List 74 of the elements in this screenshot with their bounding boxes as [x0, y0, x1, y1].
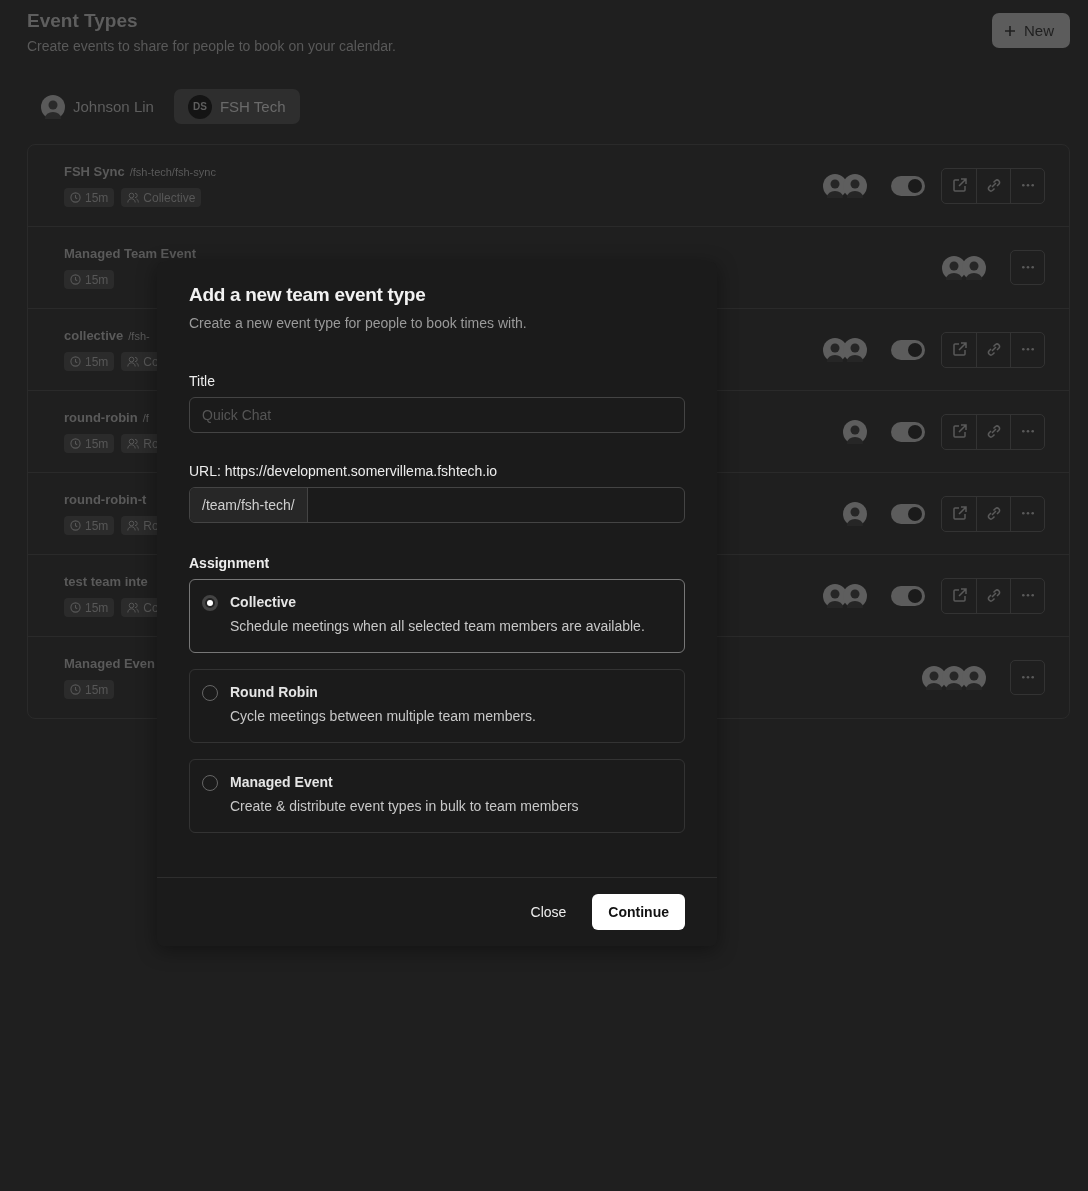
host-avatar-icon — [823, 337, 847, 362]
avatar-icon — [41, 94, 65, 119]
enable-toggle[interactable] — [891, 503, 925, 524]
clock-icon — [70, 356, 81, 367]
option-description: Schedule meetings when all selected team members are available. — [230, 617, 645, 636]
more-icon — [1021, 348, 1034, 351]
host-avatar-icon — [823, 173, 847, 198]
more-icon — [1021, 430, 1034, 433]
more-button[interactable] — [1010, 250, 1045, 285]
people-icon — [127, 520, 140, 531]
more-button[interactable] — [1010, 660, 1045, 695]
option-title: Managed Event — [230, 774, 334, 790]
assignment-option[interactable]: Managed Event Create & distribute event types in bulk to team members — [189, 759, 685, 833]
host-avatar-icon — [962, 255, 986, 280]
host-avatar-icon — [843, 419, 867, 444]
field-label: Title — [189, 373, 216, 389]
clock-icon — [70, 684, 81, 695]
more-icon — [1021, 676, 1034, 679]
event-title: Managed Even — [64, 656, 156, 671]
event-title: round-robin — [64, 410, 138, 425]
host-avatar-icon — [843, 501, 867, 526]
assignment-option[interactable]: Round Robin Cycle meetings between multiple team members. — [189, 669, 685, 743]
host-avatar-icon — [942, 255, 966, 280]
people-icon — [127, 438, 140, 449]
profile-name: Johnson Lin — [73, 98, 154, 115]
enable-toggle[interactable] — [891, 421, 925, 442]
host-avatar-icon — [922, 665, 946, 690]
event-title: Managed Team Event — [64, 246, 196, 261]
continue-button[interactable]: Continue — [592, 894, 685, 930]
clock-icon — [70, 520, 81, 531]
enable-toggle[interactable] — [891, 339, 925, 360]
option-description: Cycle meetings between multiple team members. — [230, 707, 536, 726]
title-field[interactable]: Quick Chat — [189, 397, 685, 433]
host-avatar-icon — [843, 173, 867, 198]
enable-toggle[interactable] — [891, 585, 925, 606]
page-subtitle: Create events to share for people to book on your calendar. — [27, 38, 396, 54]
team-avatar: DS — [187, 94, 212, 119]
host-avatar-icon — [823, 583, 847, 608]
option-title: Collective — [230, 594, 298, 610]
close-button[interactable]: Close — [514, 894, 583, 930]
event-title: test team inte — [64, 574, 148, 589]
option-title: Round Robin — [230, 684, 319, 700]
clock-icon — [70, 192, 81, 203]
more-icon — [1021, 266, 1034, 269]
field-label: URL: https://development.somervillema.fshtech.io — [189, 463, 499, 479]
event-title: collective — [64, 328, 124, 343]
field-label: Assignment — [189, 555, 271, 571]
url-field[interactable]: /team/fsh-tech/ — [189, 487, 685, 523]
enable-toggle[interactable] — [891, 175, 925, 196]
clock-icon — [70, 438, 81, 449]
assignment-option[interactable]: Collective Schedule meetings when all selected team members are available. — [189, 579, 685, 653]
people-icon — [127, 602, 140, 613]
host-avatar-icon — [962, 665, 986, 690]
host-avatar-icon — [843, 583, 867, 608]
event-title: FSH Sync — [64, 164, 125, 179]
plus-icon — [1004, 24, 1016, 37]
event-title: round-robin-t — [64, 492, 147, 507]
option-description: Create & distribute event types in bulk to team members — [230, 797, 579, 816]
dialog-subtitle: Create a new event type for people to book times with. — [189, 315, 528, 331]
host-avatar-icon — [843, 337, 867, 362]
more-icon — [1021, 512, 1034, 515]
clock-icon — [70, 274, 81, 285]
url-prefix: /team/fsh-tech/ — [190, 488, 308, 522]
people-icon — [127, 192, 140, 203]
profile-name: FSH Tech — [219, 98, 286, 115]
more-icon — [1021, 594, 1034, 597]
event-slug: /fsh-tech/fsh-sync — [129, 166, 216, 178]
radio-button[interactable] — [202, 595, 218, 611]
host-avatar-icon — [942, 665, 966, 690]
more-icon — [1021, 184, 1034, 187]
page-title: Event Types — [27, 10, 139, 32]
clock-icon — [70, 602, 81, 613]
people-icon — [127, 356, 140, 367]
dialog-title: Add a new team event type — [189, 284, 427, 306]
